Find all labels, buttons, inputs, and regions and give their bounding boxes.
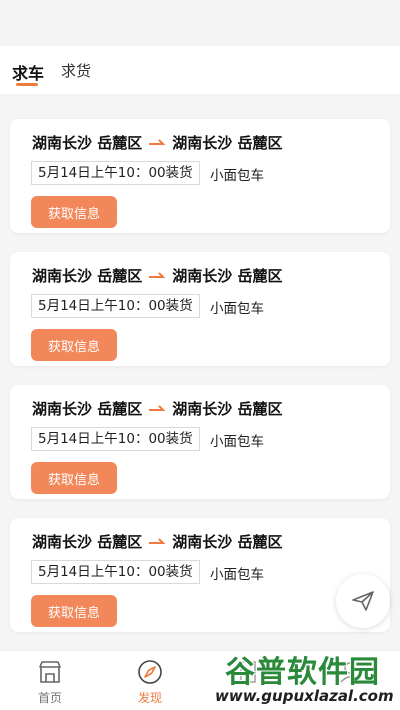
arrow-right-icon <box>148 404 166 414</box>
get-info-button[interactable]: 获取信息 <box>31 329 117 361</box>
list-item[interactable]: 湖南长沙 岳麓区 湖南长沙 岳麓区 5月14日上午10：00装货 小面包车 获取… <box>10 252 390 366</box>
arrow-right-icon <box>148 271 166 281</box>
request-list[interactable]: 湖南长沙 岳麓区 湖南长沙 岳麓区 5月14日上午10：00装货 小面包车 获取… <box>0 94 400 650</box>
bottom-nav: 首页 发现 <box>0 650 400 710</box>
destination-location: 湖南长沙 岳麓区 <box>172 400 283 418</box>
list-item[interactable]: 湖南长沙 岳麓区 湖南长沙 岳麓区 5月14日上午10：00装货 小面包车 获取… <box>10 518 390 632</box>
route: 湖南长沙 岳麓区 湖南长沙 岳麓区 <box>32 132 282 153</box>
origin-location: 湖南长沙 岳麓区 <box>32 267 143 285</box>
arrow-right-icon <box>148 537 166 547</box>
tab-request-cargo[interactable]: 求货 <box>61 60 91 81</box>
nav-discover[interactable]: 发现 <box>120 657 180 706</box>
vehicle-type: 小面包车 <box>210 301 264 317</box>
loading-time: 5月14日上午10：00装货 <box>31 294 200 318</box>
loading-time: 5月14日上午10：00装货 <box>31 560 200 584</box>
list-item[interactable]: 湖南长沙 岳麓区 湖南长沙 岳麓区 5月14日上午10：00装货 小面包车 获取… <box>10 385 390 499</box>
user-icon <box>340 662 360 683</box>
get-info-button[interactable]: 获取信息 <box>31 462 117 494</box>
nav-discover-label: 发现 <box>137 691 162 705</box>
origin-location: 湖南长沙 岳麓区 <box>32 134 143 152</box>
get-info-button[interactable]: 获取信息 <box>31 595 117 627</box>
active-tab-indicator <box>16 83 38 86</box>
tab-bar: 求车 求货 <box>0 46 400 94</box>
route: 湖南长沙 岳麓区 湖南长沙 岳麓区 <box>32 265 282 286</box>
loading-time: 5月14日上午10：00装货 <box>31 427 200 451</box>
publish-button[interactable] <box>336 574 390 628</box>
vehicle-type: 小面包车 <box>210 567 264 583</box>
document-icon <box>240 661 256 683</box>
origin-location: 湖南长沙 岳麓区 <box>32 533 143 551</box>
destination-location: 湖南长沙 岳麓区 <box>172 134 283 152</box>
compass-icon <box>138 660 162 684</box>
destination-location: 湖南长沙 岳麓区 <box>172 533 283 551</box>
arrow-right-icon <box>148 138 166 148</box>
nav-orders[interactable] <box>218 657 278 687</box>
vehicle-type: 小面包车 <box>210 168 264 184</box>
send-icon <box>352 591 374 611</box>
list-item[interactable]: 湖南长沙 岳麓区 湖南长沙 岳麓区 5月14日上午10：00装货 小面包车 获取… <box>10 119 390 233</box>
route: 湖南长沙 岳麓区 湖南长沙 岳麓区 <box>32 398 282 419</box>
nav-home-label: 首页 <box>37 691 62 705</box>
status-bar <box>0 0 400 46</box>
vehicle-type: 小面包车 <box>210 434 264 450</box>
route: 湖南长沙 岳麓区 湖南长沙 岳麓区 <box>32 531 282 552</box>
tab-request-vehicle[interactable]: 求车 <box>12 60 44 84</box>
destination-location: 湖南长沙 岳麓区 <box>172 267 283 285</box>
loading-time: 5月14日上午10：00装货 <box>31 161 200 185</box>
nav-home[interactable]: 首页 <box>20 657 80 706</box>
origin-location: 湖南长沙 岳麓区 <box>32 400 143 418</box>
nav-profile[interactable] <box>320 657 380 687</box>
get-info-button[interactable]: 获取信息 <box>31 196 117 228</box>
store-icon <box>39 661 61 683</box>
